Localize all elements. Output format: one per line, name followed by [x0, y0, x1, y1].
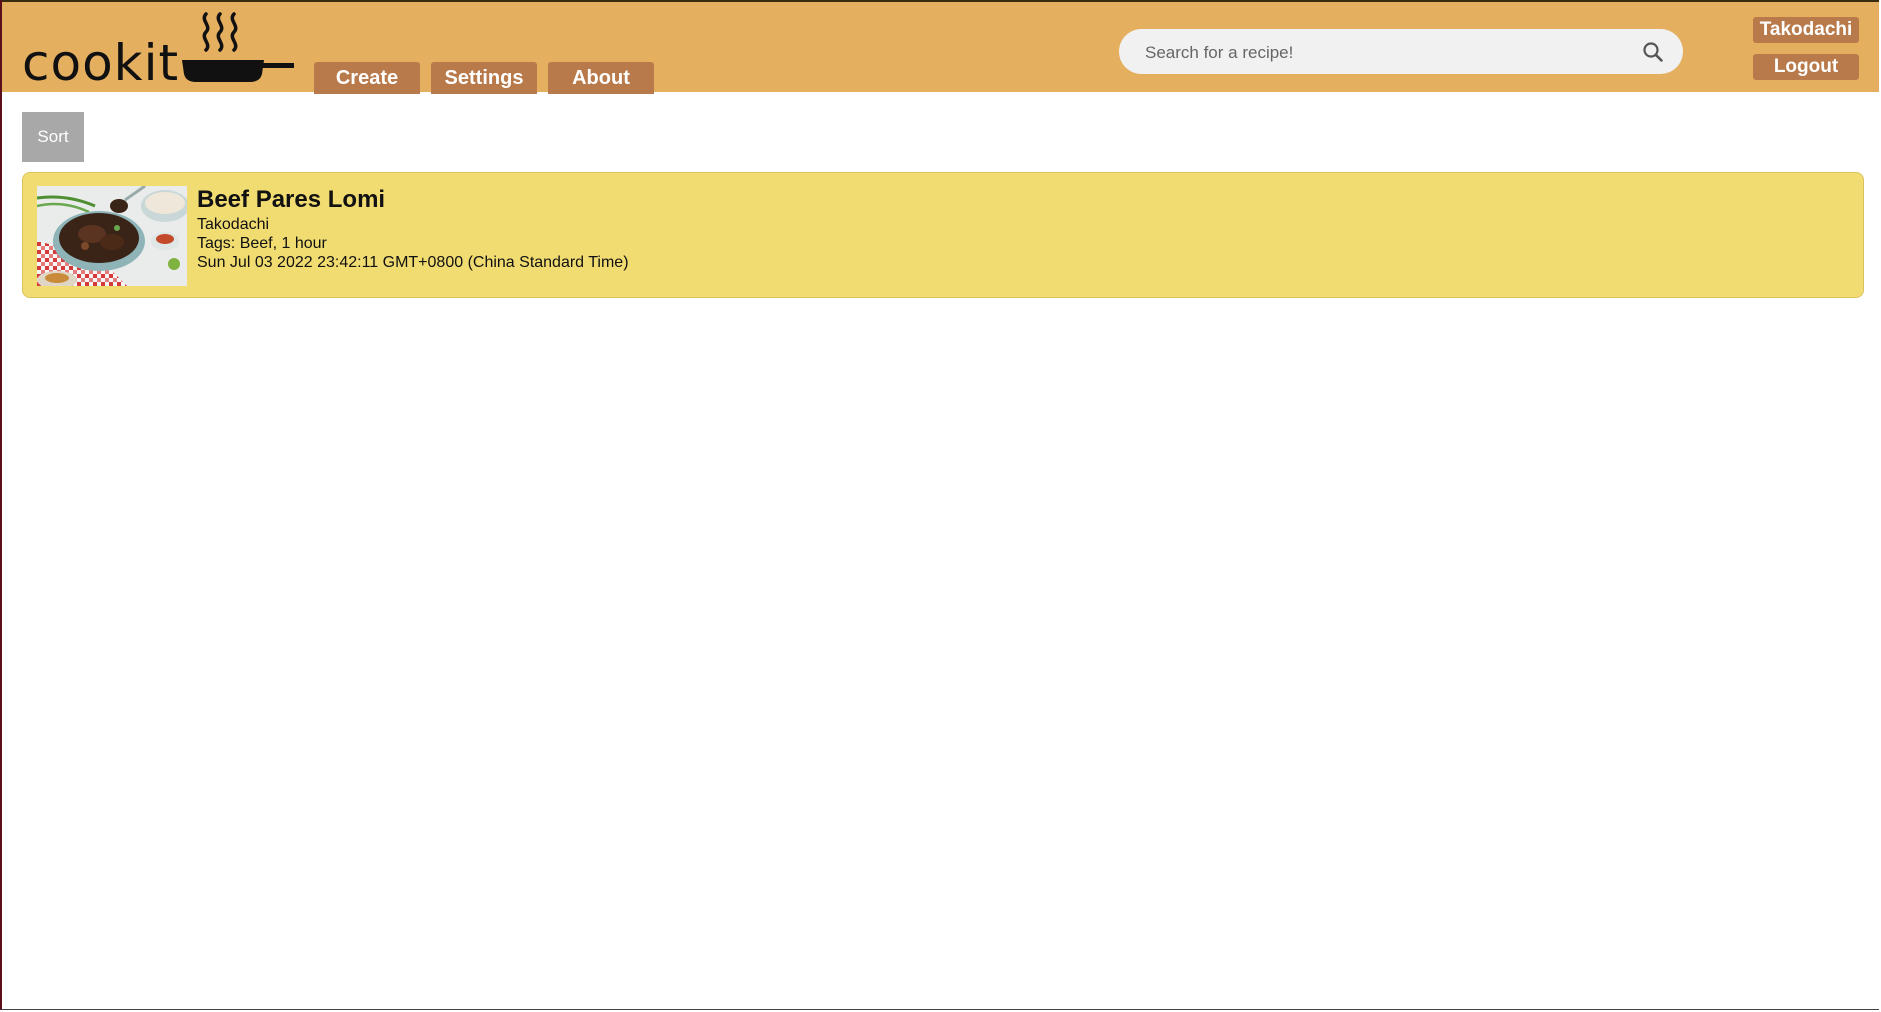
- sort-button[interactable]: Sort: [22, 112, 84, 162]
- recipe-card[interactable]: Beef Pares Lomi Takodachi Tags: Beef, 1 …: [22, 172, 1864, 298]
- recipe-title[interactable]: Beef Pares Lomi: [197, 185, 629, 215]
- logo-text: cookit: [22, 34, 180, 92]
- search-bar: [1119, 29, 1683, 76]
- search-input[interactable]: [1143, 29, 1627, 76]
- recipe-date: Sun Jul 03 2022 23:42:11 GMT+0800 (China…: [197, 254, 629, 271]
- recipe-tags: Tags: Beef, 1 hour: [197, 235, 327, 252]
- recipe-food-image: [37, 186, 187, 286]
- page: cookit Create Settings About Takodachi L…: [0, 0, 1879, 1010]
- nav-about-button[interactable]: About: [548, 62, 654, 94]
- search-icon[interactable]: [1641, 40, 1665, 64]
- logout-button[interactable]: Logout: [1753, 54, 1859, 80]
- username-button[interactable]: Takodachi: [1753, 17, 1859, 43]
- cookit-logo[interactable]: cookit: [22, 10, 294, 90]
- frying-pan-icon: [182, 12, 294, 82]
- recipe-author: Takodachi: [197, 216, 270, 233]
- nav-settings-button[interactable]: Settings: [431, 62, 537, 94]
- top-header: cookit Create Settings About Takodachi L…: [2, 0, 1879, 94]
- nav-create-button[interactable]: Create: [314, 62, 420, 94]
- recipe-thumbnail: [37, 186, 187, 286]
- recipe-info: Beef Pares Lomi Takodachi Tags: Beef, 1 …: [197, 185, 629, 272]
